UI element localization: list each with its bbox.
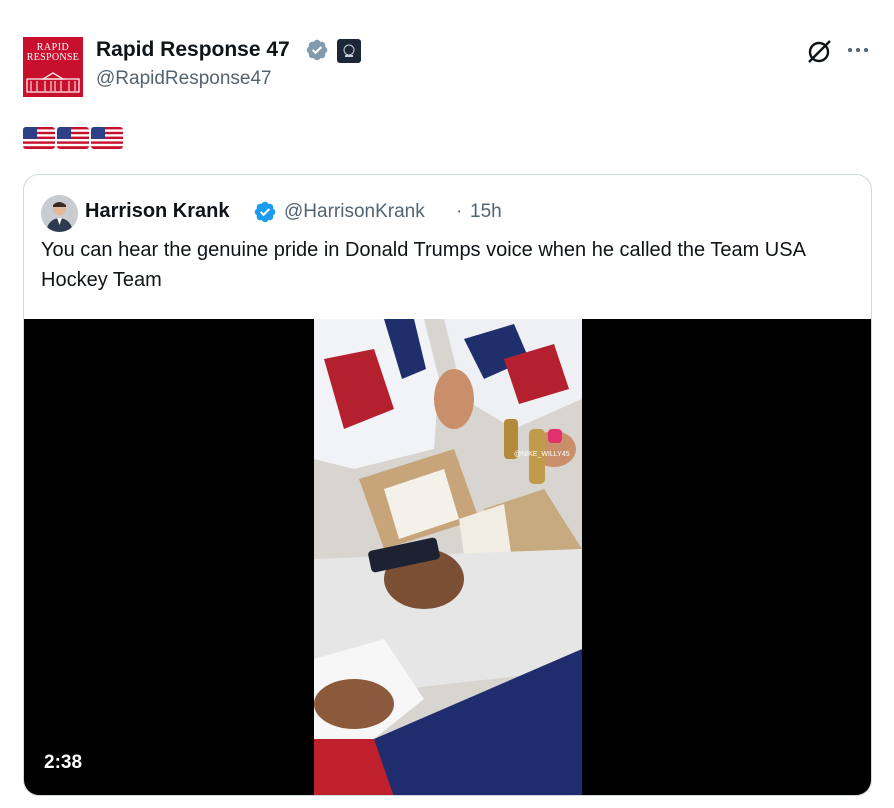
us-flag-icon [57, 127, 89, 149]
video-duration: 2:38 [44, 752, 83, 773]
more-icon[interactable] [846, 40, 870, 60]
author-handle[interactable]: @RapidResponse47 [96, 68, 272, 90]
avatar-text-line2: RESPONSE [26, 52, 80, 63]
quoted-post-text: You can hear the genuine pride in Donald… [41, 239, 805, 291]
affiliation-badge-icon[interactable] [337, 39, 361, 63]
quoted-timestamp[interactable]: 15h [470, 201, 502, 223]
us-flag-icon [91, 127, 123, 149]
verified-badge-icon[interactable] [305, 38, 329, 62]
separator-dot: · [456, 201, 463, 222]
seal-icon [343, 44, 355, 57]
quoted-post[interactable]: Harrison Krank @HarrisonKrank · 15h You … [23, 174, 872, 796]
us-flag-icon [23, 127, 55, 149]
verified-badge-icon[interactable] [253, 200, 277, 224]
quoted-author-avatar[interactable] [41, 195, 78, 232]
grok-icon[interactable] [805, 38, 833, 66]
video-thumbnail [314, 319, 582, 795]
video-frame: @NIKE_WILLY45 [314, 319, 582, 795]
white-house-logo-icon [26, 72, 80, 93]
quoted-author-name[interactable]: Harrison Krank [85, 200, 230, 223]
post-text: 🇺🇸🇺🇸🇺🇸 [23, 127, 123, 149]
author-avatar[interactable]: RAPID RESPONSE [23, 37, 83, 97]
quoted-author-handle[interactable]: @HarrisonKrank [284, 201, 425, 223]
video-overlay-handle: @NIKE_WILLY45 [514, 451, 570, 458]
video-player[interactable]: @NIKE_WILLY45 2:38 [24, 319, 871, 795]
author-name[interactable]: Rapid Response 47 [96, 38, 290, 62]
